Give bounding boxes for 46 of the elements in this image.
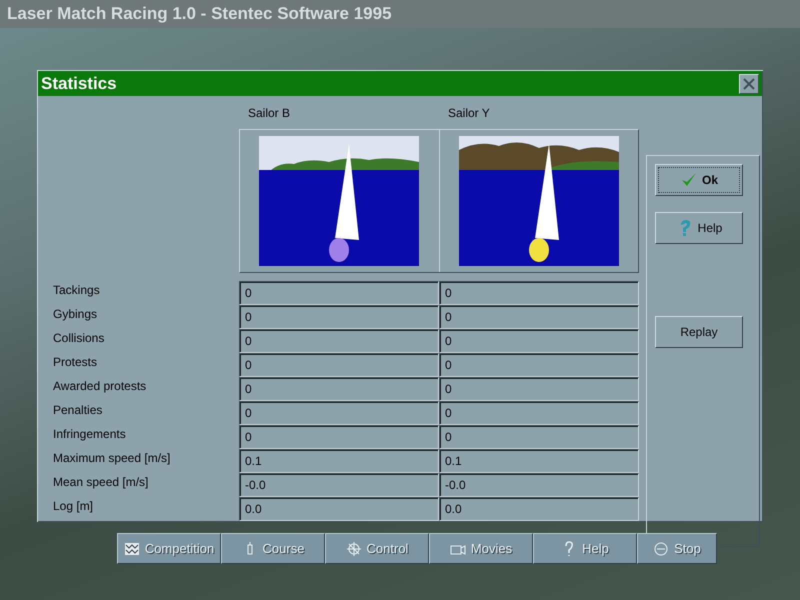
toolbar-button[interactable]: Help — [533, 533, 637, 564]
row-label: Gybings — [52, 306, 98, 323]
toolbar-button[interactable]: Control — [325, 533, 429, 564]
table-cell: 0 — [239, 401, 439, 425]
column-header: Sailor Y — [447, 105, 491, 122]
column-header: Sailor B — [247, 105, 292, 122]
table-cell: -0.0 — [239, 473, 439, 497]
row-label: Awarded protests — [52, 378, 148, 395]
table-cell: -0.0 — [439, 473, 639, 497]
app-title: Laser Match Racing 1.0 - Stentec Software 1995 — [6, 4, 392, 24]
table-cell: 0 — [239, 353, 439, 377]
toolbar-button[interactable]: Course — [221, 533, 325, 564]
table-cell: 0.1 — [239, 449, 439, 473]
toolbar-button[interactable]: Competition — [117, 533, 221, 564]
row-label: Maximum speed [m/s] — [52, 450, 172, 467]
table-cell: 0.0 — [439, 497, 639, 521]
flags-icon — [124, 540, 140, 556]
table-cell: 0 — [439, 305, 639, 329]
row-label: Mean speed [m/s] — [52, 474, 150, 491]
table-cell: 0 — [239, 425, 439, 449]
dialog-title: Statistics — [40, 74, 117, 94]
toolbar-button[interactable]: Movies — [429, 533, 533, 564]
row-label: Tackings — [52, 282, 101, 299]
table-cell: 0 — [239, 305, 439, 329]
row-label: Log [m] — [52, 498, 94, 515]
table-cell: 0 — [439, 329, 639, 353]
row-label: Infringements — [52, 426, 127, 443]
table-cell: 0 — [439, 377, 639, 401]
close-button[interactable] — [739, 74, 759, 94]
table-cell: 0 — [239, 377, 439, 401]
table-cell: 0 — [239, 329, 439, 353]
wheel-icon — [346, 540, 362, 556]
table-cell: 0 — [439, 281, 639, 305]
replay-button[interactable]: Replay — [655, 316, 743, 348]
help-button[interactable]: Help — [655, 212, 743, 244]
close-icon — [743, 78, 755, 90]
table-cell: 0 — [439, 425, 639, 449]
table-cell: 0 — [439, 401, 639, 425]
table-cell: 0 — [239, 281, 439, 305]
row-label: Collisions — [52, 330, 106, 347]
row-label: Protests — [52, 354, 98, 371]
row-label: Penalties — [52, 402, 104, 419]
table-cell: 0.0 — [239, 497, 439, 521]
table-cell: 0.1 — [439, 449, 639, 473]
table-cell: 0 — [439, 353, 639, 377]
ok-button[interactable]: Ok — [655, 164, 743, 196]
